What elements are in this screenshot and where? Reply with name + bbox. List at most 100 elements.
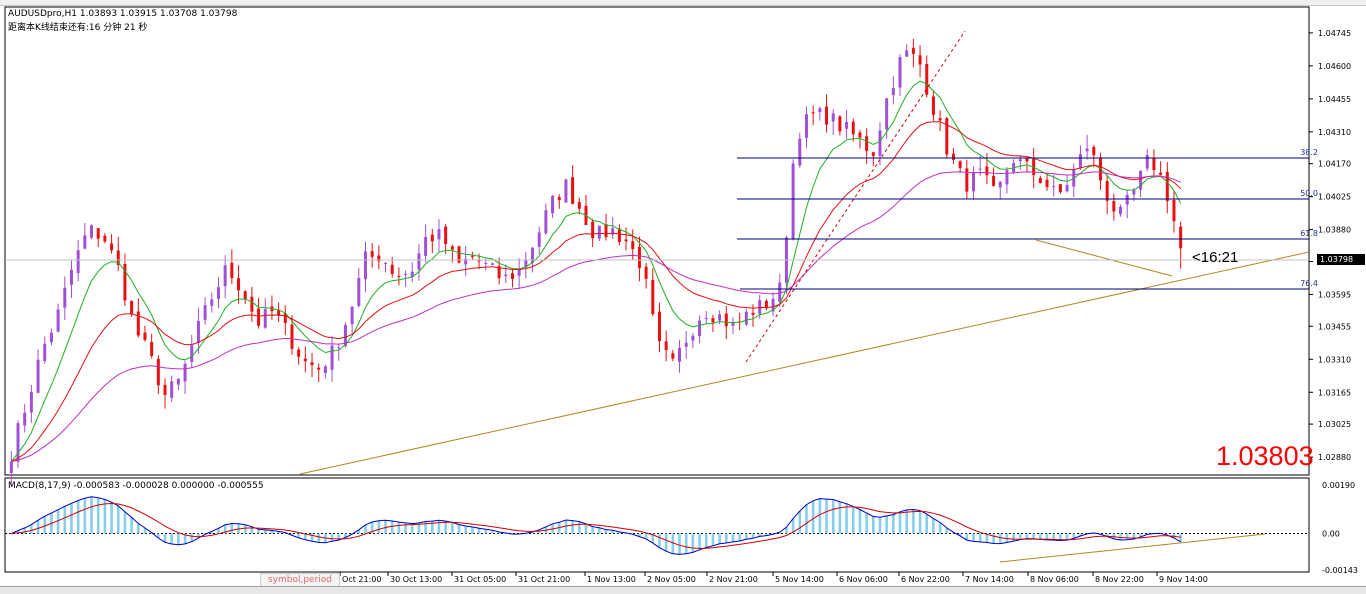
candle-body (1159, 172, 1163, 175)
candle-body (1005, 170, 1009, 185)
macd-bar (851, 506, 855, 534)
macd-bar (43, 516, 47, 534)
candle-body (624, 239, 628, 242)
time-label: 1 Nov 13:00 (587, 575, 636, 584)
macd-bar (444, 521, 447, 534)
bar-timer-text: 距离本K线结束还有:16 分钟 21 秒 (8, 23, 148, 33)
macd-bar (390, 521, 394, 534)
candle-body (250, 296, 254, 312)
candle-body (430, 234, 434, 242)
macd-axis-label: 0.00190 (1322, 481, 1355, 490)
macd-bar (177, 533, 180, 545)
candle-body (938, 118, 942, 121)
macd-bar (63, 506, 67, 534)
candle-body (163, 384, 167, 395)
time-label: 5 Nov 14:00 (775, 575, 824, 584)
big-price-label: 1.03803 (1216, 441, 1314, 471)
macd-bar (584, 523, 588, 534)
macd-bar (831, 499, 835, 534)
candle-body (825, 106, 829, 125)
candle-body (871, 152, 875, 156)
fib-label: 76.4 (1300, 279, 1318, 288)
candle-body (644, 266, 648, 279)
macd-bar (451, 522, 454, 534)
macd-bar (1065, 533, 1069, 541)
macd-pane-frame (4, 477, 1310, 573)
macd-bar (724, 533, 728, 543)
candle-body (357, 278, 361, 306)
macd-bar (1012, 533, 1015, 542)
candle-body (804, 114, 808, 138)
candle-body (216, 287, 220, 299)
candle-body (397, 275, 401, 277)
candle-body (303, 358, 307, 362)
candle-body (985, 166, 989, 176)
candle-body (798, 138, 802, 166)
candle-body (1038, 178, 1042, 184)
chart-window[interactable]: 38.2 50.0 61.8 76.4 1.04745 1.04600 1.04455 1.… (0, 0, 1366, 594)
time-label: 6 Nov 22:00 (901, 575, 950, 584)
candle-body (704, 318, 708, 320)
macd-bar (1025, 533, 1029, 539)
candle-body (791, 163, 795, 239)
candle-body (63, 287, 67, 308)
candle-body (544, 210, 548, 234)
macd-bar (658, 533, 661, 548)
macd-bar (577, 521, 581, 534)
candle-body (9, 461, 13, 473)
candle-body (183, 363, 187, 382)
candle-body (350, 306, 354, 325)
price-label: 1.04455 (1318, 95, 1351, 104)
candle-body (190, 345, 194, 362)
candle-body (363, 251, 367, 280)
candle-body (751, 312, 755, 315)
candle-body (110, 243, 114, 251)
price-label: 1.03880 (1318, 226, 1351, 235)
fib-label: 38.2 (1300, 148, 1318, 157)
candle-body (911, 47, 915, 55)
macd-bar (865, 513, 868, 534)
candle-body (484, 262, 488, 264)
macd-bar (731, 533, 735, 542)
candle-body (965, 168, 969, 192)
candle-body (257, 308, 261, 326)
macd-title: MACD(8,17,9) -0.000583 -0.000028 0.00000… (8, 481, 264, 491)
candle-body (384, 262, 388, 264)
candle-body (49, 332, 53, 343)
macd-bar (76, 500, 80, 534)
macd-bar (704, 533, 708, 548)
time-label: 30 Oct 13:00 (390, 575, 442, 584)
macd-bar (96, 497, 100, 534)
chart-canvas[interactable]: 38.250.061.876.4 1.047451.046001.044551.… (0, 0, 1366, 593)
time-label: 2 Nov 21:00 (709, 575, 758, 584)
candle-body (898, 57, 902, 88)
candle-body (69, 269, 73, 285)
candle-body (203, 305, 207, 320)
macd-bar (103, 499, 107, 534)
candle-body (1092, 147, 1096, 156)
candle-body (551, 195, 555, 214)
candle-body (1018, 159, 1022, 162)
macd-bar (938, 522, 942, 534)
candle-body (450, 246, 454, 250)
price-label: 1.04600 (1318, 62, 1351, 71)
time-label: 8 Nov 22:00 (1095, 575, 1144, 584)
candle-body (23, 412, 27, 426)
candle-body (237, 278, 241, 291)
candle-body (1165, 171, 1169, 202)
macd-bar (664, 533, 668, 552)
candle-body (918, 55, 922, 65)
price-label: 1.04025 (1318, 193, 1351, 202)
macd-bar (898, 511, 902, 534)
candle-body (424, 236, 428, 256)
candle-body (972, 172, 976, 192)
macd-bar (998, 533, 1002, 544)
candle-body (36, 359, 40, 393)
candle-body (490, 263, 494, 265)
time-label: 7 Nov 14:00 (965, 575, 1014, 584)
candle-body (564, 179, 568, 203)
candle-body (1152, 158, 1156, 171)
candle-body (678, 347, 682, 362)
candle-body (196, 320, 200, 343)
candle-body (330, 345, 334, 370)
